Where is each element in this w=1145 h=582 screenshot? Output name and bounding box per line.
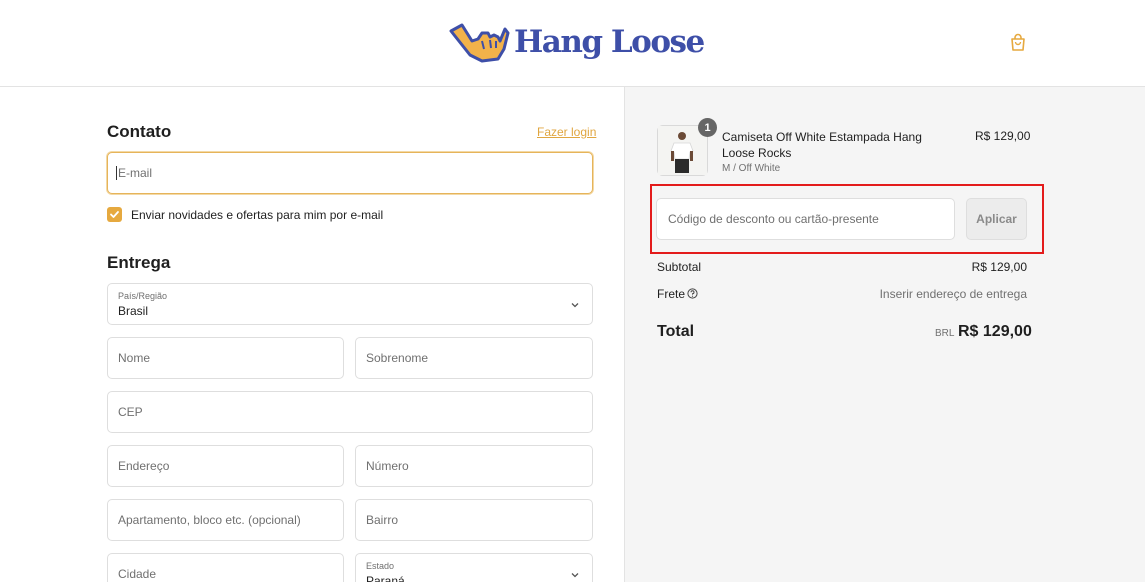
newsletter-label: Enviar novidades e ofertas para mim por … — [131, 208, 384, 222]
cep-field[interactable]: CEP — [107, 391, 593, 433]
discount-code-field[interactable]: Código de desconto ou cartão-presente — [656, 198, 955, 240]
state-label: Estado — [366, 561, 395, 571]
total-label: Total — [657, 323, 695, 340]
email-placeholder: E-mail — [118, 166, 153, 180]
subtotal-value: R$ 129,00 — [971, 260, 1027, 274]
neighborhood-placeholder: Bairro — [366, 513, 399, 527]
brand-logo[interactable]: Hang Loose — [448, 20, 705, 64]
shipping-label: Frete — [657, 287, 686, 301]
shipping-value: Inserir endereço de entrega — [879, 287, 1027, 301]
checkmark-icon — [110, 211, 119, 218]
shaka-hand-icon — [449, 23, 510, 63]
last-name-field[interactable]: Sobrenome — [355, 337, 593, 379]
text-caret — [116, 166, 117, 180]
discount-placeholder: Código de desconto ou cartão-presente — [668, 212, 879, 226]
product-name: Camiseta Off White Estampada Hang Loose … — [722, 130, 922, 160]
cep-placeholder: CEP — [118, 405, 143, 419]
apartment-field[interactable]: Apartamento, bloco etc. (opcional) — [107, 499, 344, 541]
state-select[interactable]: Estado Paraná — [355, 553, 593, 582]
product-price: R$ 129,00 — [975, 129, 1031, 143]
currency-code: BRL — [935, 328, 955, 339]
last-name-placeholder: Sobrenome — [366, 351, 429, 365]
shopping-bag-icon[interactable] — [1008, 33, 1028, 53]
chevron-down-icon — [571, 303, 579, 308]
subtotal-label: Subtotal — [657, 260, 702, 274]
number-placeholder: Número — [366, 459, 409, 473]
email-field[interactable]: E-mail — [107, 152, 593, 194]
first-name-field[interactable]: Nome — [107, 337, 344, 379]
header: Hang Loose — [0, 0, 1145, 87]
brand-name: Hang Loose — [514, 24, 705, 60]
neighborhood-field[interactable]: Bairro — [355, 499, 593, 541]
country-select[interactable]: País/Região Brasil — [107, 283, 593, 325]
product-variant: M / Off White — [722, 163, 781, 174]
city-placeholder: Cidade — [118, 567, 157, 581]
country-label: País/Região — [118, 291, 168, 301]
delivery-title: Entrega — [107, 253, 171, 272]
number-field[interactable]: Número — [355, 445, 593, 487]
apartment-placeholder: Apartamento, bloco etc. (opcional) — [118, 513, 301, 527]
city-field[interactable]: Cidade — [107, 553, 344, 582]
country-value: Brasil — [118, 304, 149, 318]
first-name-placeholder: Nome — [118, 351, 151, 365]
newsletter-checkbox[interactable] — [107, 207, 122, 222]
apply-button[interactable]: Aplicar — [966, 198, 1027, 240]
contact-title: Contato — [107, 122, 172, 141]
quantity-badge: 1 — [698, 118, 717, 137]
address-placeholder: Endereço — [118, 459, 170, 473]
address-field[interactable]: Endereço — [107, 445, 344, 487]
state-value: Paraná — [366, 574, 405, 582]
login-link[interactable]: Fazer login — [537, 125, 596, 139]
help-circle-icon[interactable] — [687, 288, 698, 299]
chevron-down-icon — [571, 573, 579, 578]
total-value: R$ 129,00 — [958, 323, 1032, 340]
